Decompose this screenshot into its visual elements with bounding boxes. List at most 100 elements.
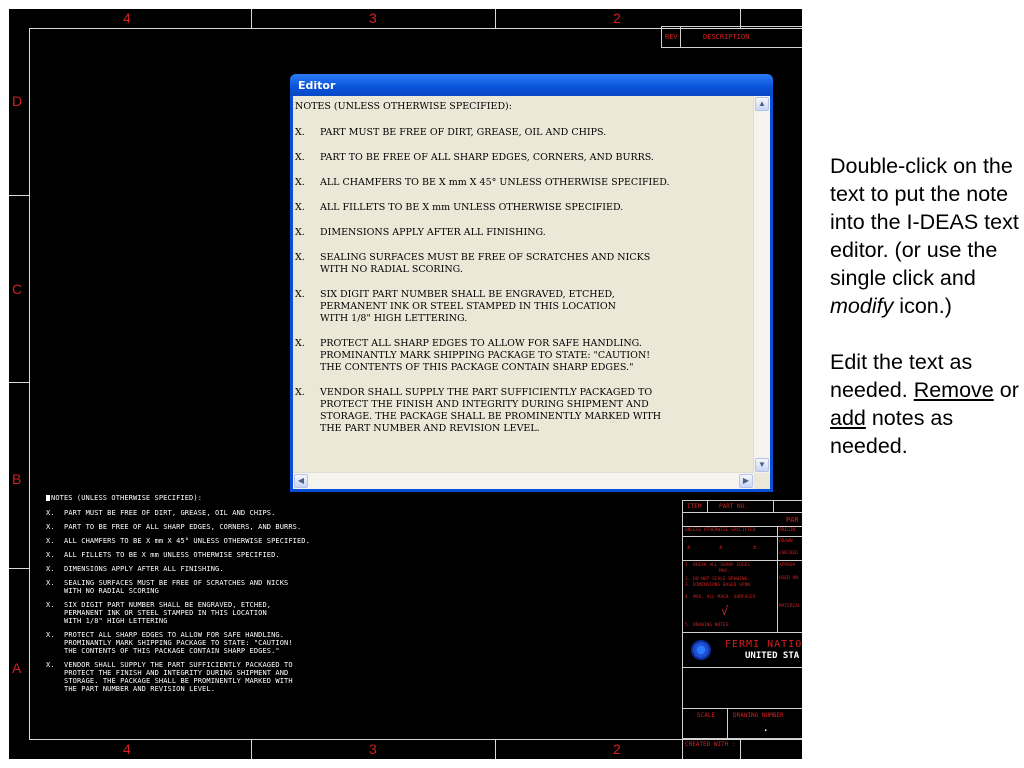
zone-tick (495, 739, 496, 759)
tb-rule (773, 500, 774, 512)
zone-label-top-2: 2 (613, 10, 621, 26)
zone-label-bottom-2: 2 (613, 741, 621, 757)
zone-tick (251, 739, 252, 759)
drawing-note: X. DIMENSIONS APPLY AFTER ALL FINISHING. (46, 565, 376, 573)
add-link[interactable]: add (830, 406, 866, 430)
tb-check-mark: √ (721, 604, 729, 618)
resize-grip[interactable] (754, 473, 770, 489)
drawing-notes-title: NOTES (UNLESS OTHERWISE SPECIFIED): (46, 494, 376, 502)
description-header: DESCRIPTION (703, 33, 750, 41)
zone-label-c: C (12, 281, 23, 297)
note-text: PART TO BE FREE OF ALL SHARP EDGES, CORN… (64, 523, 302, 531)
note-mark: X. (46, 661, 55, 669)
tb-unless-label: UNLESS OTHERWISE SPECIFIED (685, 528, 756, 533)
note-text: PROTECT ALL SHARP EDGES TO ALLOW FOR SAF… (320, 338, 651, 373)
note-mark: X. (295, 227, 305, 238)
note-text: DIMENSIONS APPLY AFTER ALL FINISHING. (320, 227, 546, 238)
drawing-note: X. PROTECT ALL SHARP EDGES TO ALLOW FOR S… (46, 631, 376, 655)
drawing-note: X. VENDOR SHALL SUPPLY THE PART SUFFICIEN… (46, 661, 376, 693)
editor-note: X. ALL FILLETS TO BE X mm UNLESS OTHERWIS… (295, 202, 754, 214)
instruction-paragraph-2: Edit the text as needed. Remove or add n… (830, 348, 1020, 460)
zone-label-top-4: 4 (123, 10, 131, 26)
scroll-right-button[interactable]: ▶ (739, 474, 753, 488)
zone-label-b: B (12, 471, 22, 487)
note-mark: X. (46, 537, 55, 545)
editor-note: X. PART TO BE FREE OF ALL SHARP EDGES, CO… (295, 152, 754, 164)
editor-note: X. SEALING SURFACES MUST BE FREE OF SCRAT… (295, 252, 754, 276)
tb-fraction-3: ± (753, 544, 757, 551)
note-text: PART MUST BE FREE OF DIRT, GREASE, OIL A… (64, 509, 276, 517)
horizontal-scrollbar[interactable]: ◀ ▶ (293, 472, 754, 489)
note-mark: X. (46, 551, 55, 559)
rev-divider (680, 27, 681, 47)
editor-body: NOTES (UNLESS OTHERWISE SPECIFIED): X. PA… (293, 96, 770, 489)
tb-rule (683, 738, 802, 739)
instruction-paragraph-1: Double-click on the text to put the note… (830, 152, 1020, 320)
tb-fraction-1: ± (687, 544, 691, 551)
instruction-text-part: icon.) (893, 294, 952, 318)
instruction-text: Double-click on the text to put the note… (830, 152, 1020, 460)
tb-rule (683, 632, 802, 633)
editor-window[interactable]: Editor NOTES (UNLESS OTHERWISE SPECIFIED… (290, 74, 773, 492)
drawing-note: X. SIX DIGIT PART NUMBER SHALL BE ENGRAVE… (46, 601, 376, 625)
editor-text-area[interactable]: NOTES (UNLESS OTHERWISE SPECIFIED): X. PA… (293, 96, 754, 473)
editor-titlebar[interactable]: Editor (290, 74, 773, 96)
zone-label-bottom-4: 4 (123, 741, 131, 757)
tb-drawing-number-dot: . (763, 724, 769, 734)
zone-label-d: D (12, 93, 23, 109)
tb-rule (683, 667, 802, 668)
title-block: ITEM PART NO. PAR UNLESS OTHERWISE SPECI… (682, 500, 802, 759)
tb-rule (683, 708, 802, 709)
tb-par-label: PAR (786, 516, 799, 524)
modify-emphasis: modify (830, 294, 894, 318)
editor-note: X. DIMENSIONS APPLY AFTER ALL FINISHING. (295, 227, 754, 239)
editor-note: X. ALL CHAMFERS TO BE X mm X 45° UNLESS O… (295, 177, 754, 189)
tb-rule (707, 500, 708, 512)
tb-dimensions: 3. DIMENSIONS BASED UPON (685, 583, 751, 588)
note-mark: X. (295, 177, 305, 188)
drawing-note: X. SEALING SURFACES MUST BE FREE OF SCRAT… (46, 579, 376, 595)
tb-drawing-notes: 5. DRAWING NOTES: (685, 623, 732, 628)
tb-rule (683, 500, 802, 501)
zone-label-bottom-3: 3 (369, 741, 377, 757)
tb-rule (683, 512, 802, 513)
note-text: ALL CHAMFERS TO BE X mm X 45° UNLESS OTH… (64, 537, 310, 545)
drawing-notes[interactable]: NOTES (UNLESS OTHERWISE SPECIFIED): X. PA… (46, 494, 376, 699)
note-text: PROTECT ALL SHARP EDGES TO ALLOW FOR SAF… (64, 631, 293, 655)
note-mark: X. (295, 289, 305, 300)
scroll-left-button[interactable]: ◀ (294, 474, 308, 488)
tb-drawn-label: DRAWN (779, 539, 793, 544)
drawing-note: X. ALL FILLETS TO BE X mm UNLESS OTHERWIS… (46, 551, 376, 559)
scroll-down-button[interactable]: ▼ (755, 458, 769, 472)
instruction-text-part: or (993, 378, 1019, 402)
note-mark: X. (295, 202, 305, 213)
tb-lab-name: FERMI NATIONA (725, 639, 802, 650)
fermilab-logo-icon (691, 640, 711, 660)
drawing-note: X. PART TO BE FREE OF ALL SHARP EDGES, CO… (46, 523, 376, 531)
vertical-scrollbar[interactable]: ▲ ▼ (753, 96, 770, 473)
zone-tick (9, 195, 29, 196)
note-mark: X. (46, 565, 55, 573)
note-mark: X. (46, 601, 55, 609)
note-text: SIX DIGIT PART NUMBER SHALL BE ENGRAVED,… (64, 601, 272, 625)
remove-link[interactable]: Remove (914, 378, 994, 402)
tb-rule (777, 526, 778, 632)
tb-scale-label: SCALE (697, 712, 716, 719)
note-mark: X. (295, 252, 305, 263)
scroll-up-button[interactable]: ▲ (755, 97, 769, 111)
tb-rule (683, 560, 802, 561)
note-text: PART TO BE FREE OF ALL SHARP EDGES, CORN… (320, 152, 654, 163)
editor-notes-title: NOTES (UNLESS OTHERWISE SPECIFIED): (295, 101, 512, 112)
note-mark: X. (46, 631, 55, 639)
note-text: SEALING SURFACES MUST BE FREE OF SCRATCH… (320, 252, 651, 275)
tb-part-no-label: PART NO. (719, 503, 748, 510)
rev-header: REV (665, 33, 678, 41)
tb-do-not-scale: 2. DO NOT SCALE DRAWING. (685, 577, 751, 582)
tb-used-on-label: USED ON (779, 576, 798, 581)
note-mark: X. (46, 523, 55, 531)
editor-note: X. SIX DIGIT PART NUMBER SHALL BE ENGRAVE… (295, 289, 754, 325)
tb-lab-country: UNITED STA (745, 651, 800, 661)
note-text: DIMENSIONS APPLY AFTER ALL FINISHING. (64, 565, 224, 573)
tb-material-label: MATERIAL (779, 604, 801, 609)
note-mark: X. (46, 509, 55, 517)
